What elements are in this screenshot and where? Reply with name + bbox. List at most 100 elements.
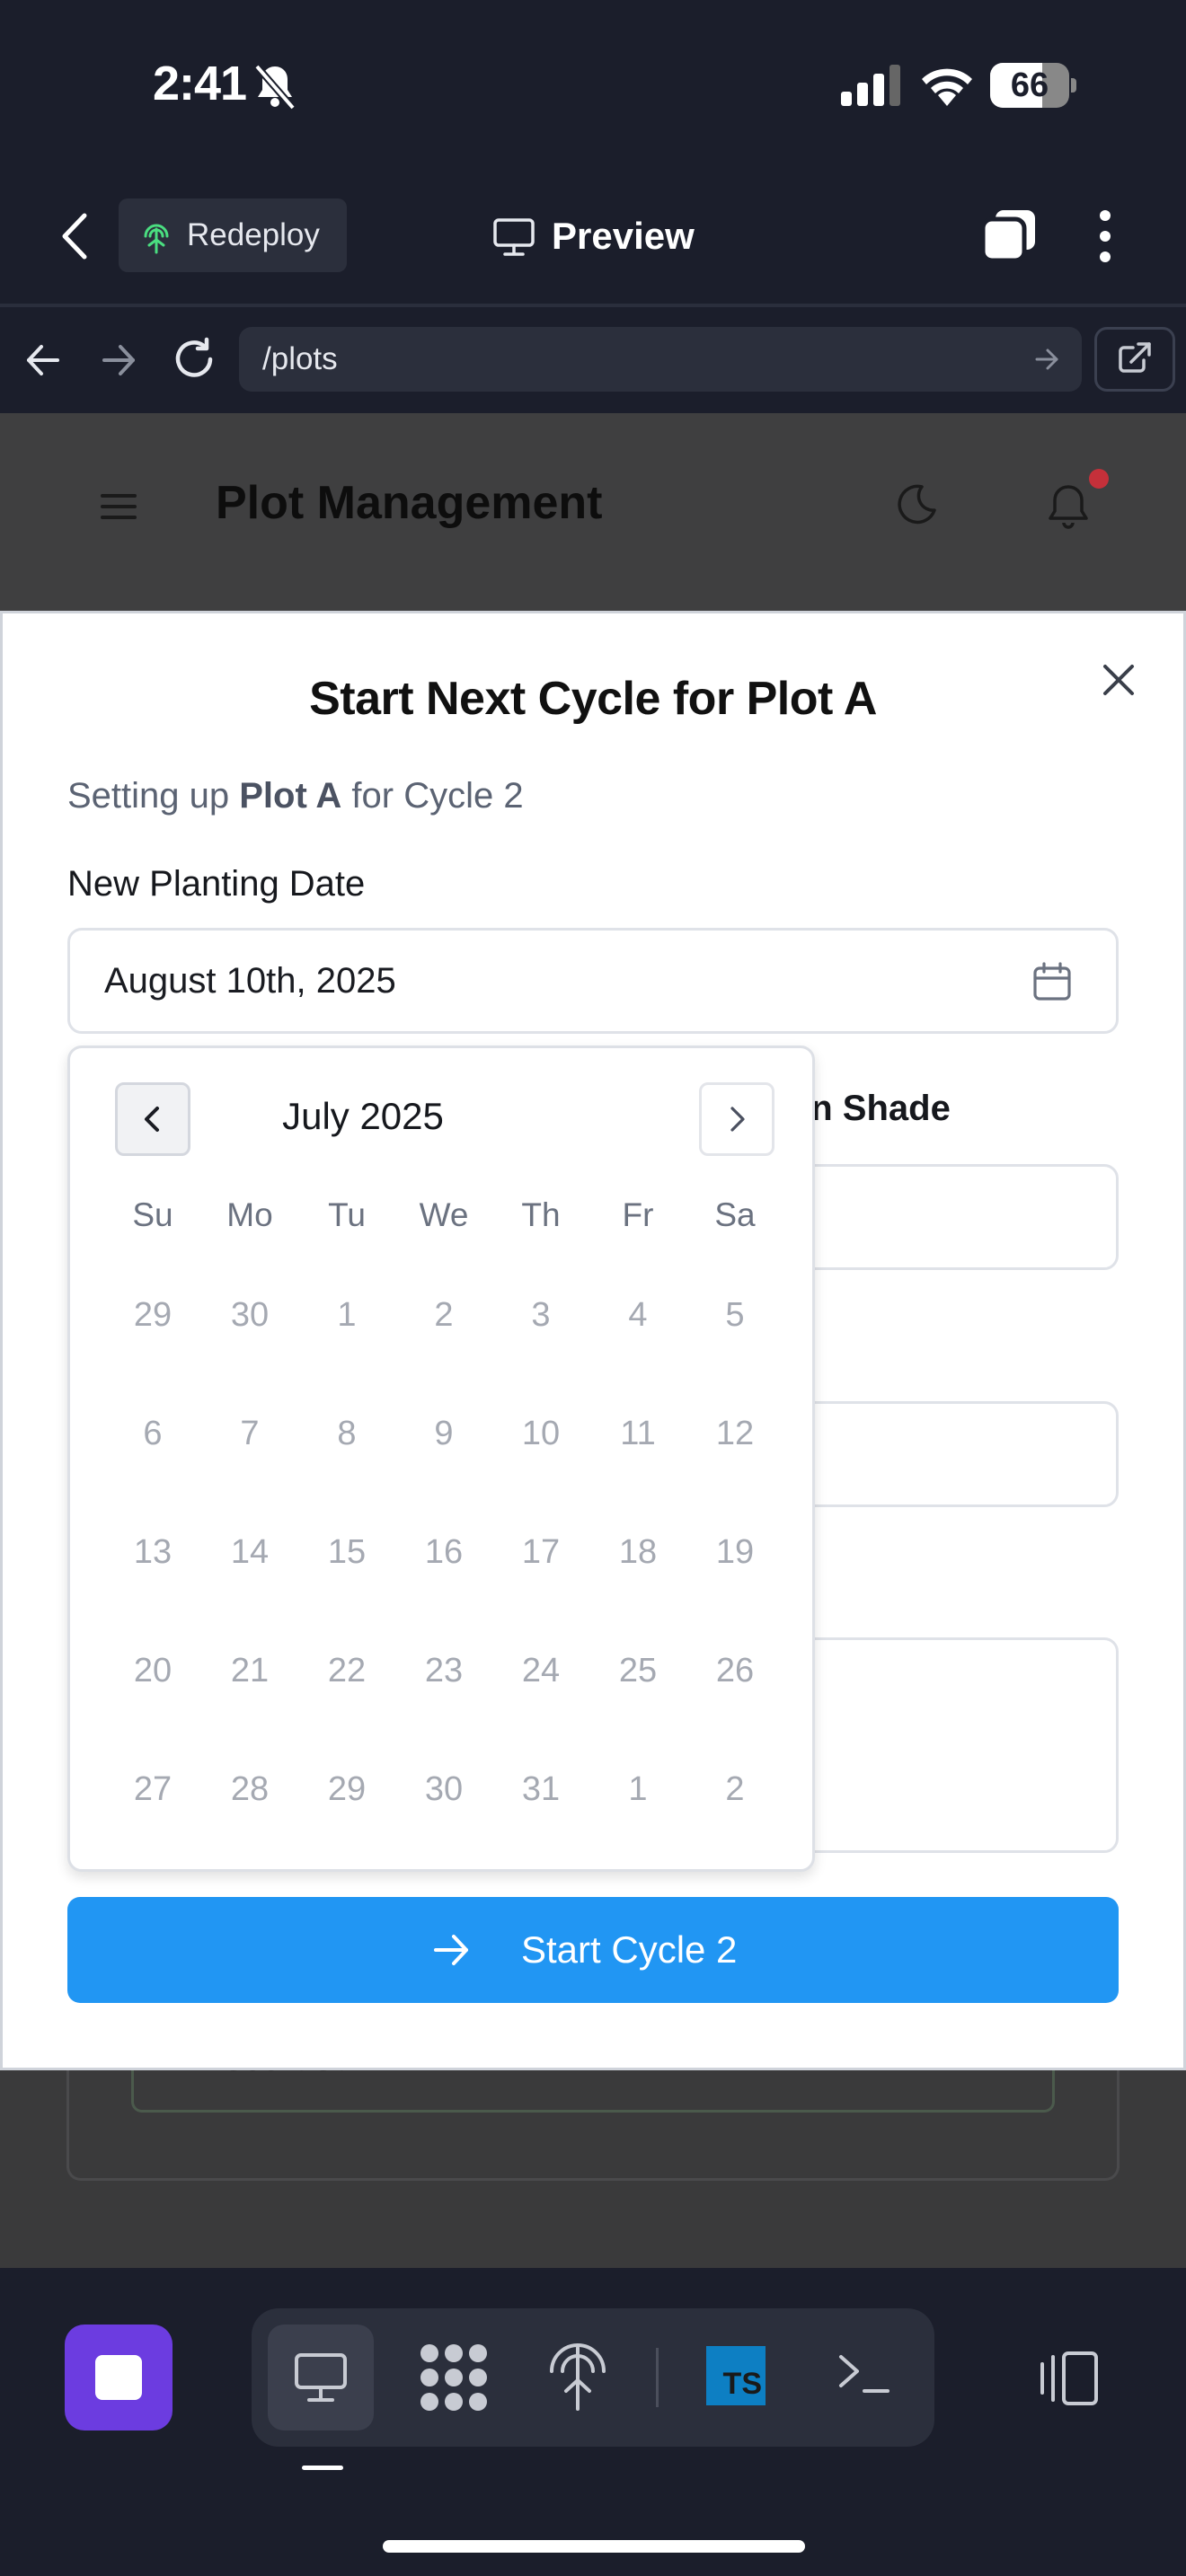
weekday-label: Th — [521, 1196, 561, 1233]
bell-icon[interactable] — [1046, 481, 1091, 530]
home-indicator — [383, 2540, 805, 2553]
chevron-right-icon — [730, 1107, 745, 1132]
calendar-day[interactable]: 21 — [201, 1626, 298, 1716]
calendar-day[interactable]: 29 — [298, 1744, 395, 1834]
battery-icon: 66 — [990, 63, 1076, 108]
calendar-day[interactable]: 30 — [201, 1270, 298, 1360]
weekday-label: Sa — [714, 1196, 756, 1233]
weekday-label: Su — [132, 1196, 173, 1233]
url-bar[interactable]: /plots — [239, 327, 1082, 392]
calendar-day[interactable]: 26 — [686, 1626, 783, 1716]
calendar-day[interactable]: 1 — [298, 1270, 395, 1360]
planting-date-value: August 10th, 2025 — [104, 961, 396, 1001]
bell-slash-icon — [250, 63, 300, 110]
weekday-label: We — [419, 1196, 469, 1233]
calendar-day[interactable]: 10 — [492, 1389, 589, 1478]
tool-switcher: TS — [252, 2308, 934, 2447]
monitor-icon — [492, 217, 535, 257]
start-cycle-label: Start Cycle 2 — [521, 1928, 738, 1971]
calendar-day[interactable]: 9 — [395, 1389, 492, 1478]
calendar-day[interactable]: 28 — [201, 1744, 298, 1834]
active-tab-indicator — [302, 2466, 343, 2470]
deploy-icon[interactable] — [546, 2339, 609, 2411]
calendar-day[interactable]: 5 — [686, 1270, 783, 1360]
more-vertical-icon[interactable] — [1087, 207, 1123, 266]
calendar-day[interactable]: 20 — [104, 1626, 201, 1716]
calendar-day[interactable]: 23 — [395, 1626, 492, 1716]
next-month-button[interactable] — [699, 1082, 774, 1156]
calendar-day[interactable]: 17 — [492, 1507, 589, 1597]
dialog-subtitle: Setting up Plot A for Cycle 2 — [67, 776, 524, 816]
stop-button[interactable] — [65, 2325, 173, 2430]
typescript-icon[interactable]: TS — [706, 2346, 766, 2405]
calendar-icon[interactable] — [1031, 961, 1073, 1002]
tool-preview-button[interactable] — [268, 2325, 374, 2430]
terminal-icon[interactable] — [836, 2348, 891, 2400]
redeploy-icon — [138, 218, 174, 254]
battery-percent: 66 — [1010, 66, 1049, 104]
calendar-day[interactable]: 15 — [298, 1507, 395, 1597]
calendar-day[interactable]: 30 — [395, 1744, 492, 1834]
calendar-day[interactable]: 2 — [686, 1744, 783, 1834]
calendar-day[interactable]: 19 — [686, 1507, 783, 1597]
arrow-right-icon[interactable] — [1033, 347, 1060, 372]
planting-date-label: New Planting Date — [67, 864, 366, 904]
open-external-button[interactable] — [1094, 327, 1175, 392]
cellular-signal-icon — [839, 65, 902, 106]
status-time: 2:41 — [153, 57, 247, 110]
calendar-day[interactable]: 4 — [589, 1270, 686, 1360]
calendar-day[interactable]: 14 — [201, 1507, 298, 1597]
monitor-icon — [293, 2351, 349, 2404]
calendar-day[interactable]: 1 — [589, 1744, 686, 1834]
divider — [656, 2348, 659, 2407]
page-title: Plot Management — [216, 477, 603, 529]
subtitle-plot-name: Plot A — [239, 776, 342, 816]
external-link-icon — [1119, 342, 1151, 373]
dialog-title: Start Next Cycle for Plot A — [309, 673, 877, 725]
reload-icon[interactable] — [171, 336, 217, 383]
preview-button[interactable]: Preview — [492, 203, 708, 269]
redeploy-button[interactable]: Redeploy — [119, 198, 347, 272]
calendar-day[interactable]: 25 — [589, 1626, 686, 1716]
calendar-day[interactable]: 11 — [589, 1389, 686, 1478]
start-cycle-button[interactable]: Start Cycle 2 — [67, 1897, 1119, 2003]
date-picker-popover: July 2025 Su Mo Tu We Th Fr Sa 29 30 1 2 3 4 5 6 7 8 9 10 1… — [67, 1045, 815, 1872]
calendar-day[interactable]: 27 — [104, 1744, 201, 1834]
calendar-day[interactable]: 3 — [492, 1270, 589, 1360]
subtitle-suffix: for Cycle 2 — [341, 776, 524, 816]
moon-icon[interactable] — [895, 483, 938, 526]
divider — [0, 304, 1186, 307]
weekday-label: Tu — [328, 1196, 366, 1233]
calendar-day[interactable]: 29 — [104, 1270, 201, 1360]
calendar-day[interactable]: 24 — [492, 1626, 589, 1716]
preview-label: Preview — [552, 215, 695, 257]
typescript-label: TS — [722, 2367, 762, 2401]
menu-icon[interactable] — [101, 492, 137, 521]
back-button[interactable] — [50, 210, 101, 262]
calendar-day[interactable]: 22 — [298, 1626, 395, 1716]
previous-month-button[interactable] — [115, 1082, 190, 1156]
arrow-right-icon — [432, 1931, 472, 1969]
calendar-day[interactable]: 31 — [492, 1744, 589, 1834]
url-text: /plots — [262, 341, 338, 376]
calendar-day[interactable]: 16 — [395, 1507, 492, 1597]
weekday-label: Mo — [226, 1196, 273, 1233]
calendar-day[interactable]: 13 — [104, 1507, 201, 1597]
calendar-day[interactable]: 12 — [686, 1389, 783, 1478]
arrow-right-icon[interactable] — [97, 340, 140, 381]
arrow-left-icon[interactable] — [22, 340, 65, 381]
calendar-day[interactable]: 8 — [298, 1389, 395, 1478]
calendar-day[interactable]: 7 — [201, 1389, 298, 1478]
sidebar-toggle-icon[interactable] — [1037, 2346, 1102, 2411]
calendar-day[interactable]: 18 — [589, 1507, 686, 1597]
tabs-icon[interactable] — [979, 207, 1039, 266]
apps-grid-icon[interactable] — [417, 2341, 491, 2414]
wifi-icon — [918, 61, 976, 110]
subtitle-prefix: Setting up — [67, 776, 240, 816]
stop-icon — [95, 2355, 142, 2400]
calendar-day[interactable]: 6 — [104, 1389, 201, 1478]
redeploy-label: Redeploy — [187, 217, 320, 252]
planting-date-input[interactable]: August 10th, 2025 — [67, 928, 1119, 1034]
notification-badge — [1089, 469, 1109, 489]
calendar-day[interactable]: 2 — [395, 1270, 492, 1360]
